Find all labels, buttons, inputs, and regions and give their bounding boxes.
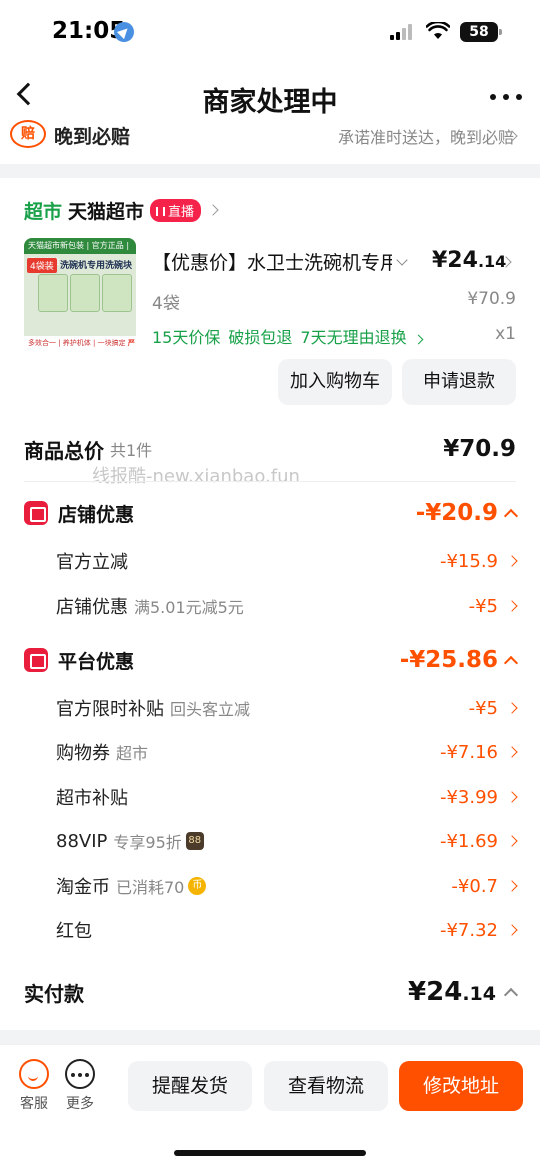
product-image-band: 天猫超市新包装 | 官方正品 | 极速送达 xyxy=(24,238,136,266)
promise-description: 承诺准时送达，晚到必赔 xyxy=(337,128,514,147)
goods-total-value: ¥70.9 xyxy=(443,436,516,462)
section-divider xyxy=(0,164,540,178)
request-refund-button[interactable]: 申请退款 xyxy=(402,359,516,405)
page-title: 商家处理中 xyxy=(202,87,338,118)
live-bars-icon xyxy=(156,206,166,216)
coin-icon: 币 xyxy=(188,877,207,895)
product-image-footer: 多效合一 | 养护机体 | 一块搞定 严选 xyxy=(24,336,136,350)
product-bag xyxy=(70,274,100,312)
service-damage-return: 破损包退 xyxy=(228,328,293,347)
platform-discount-total: -¥25.86 xyxy=(399,647,498,673)
chevron-down-icon[interactable] xyxy=(396,254,408,266)
product-count: x1 xyxy=(495,324,516,344)
product-image-tag: 4袋装 xyxy=(27,258,57,273)
service-guarantees[interactable]: 15天价保 破损包退 7天无理由退换 xyxy=(152,324,430,348)
more-button[interactable]: 更多 xyxy=(60,1059,100,1113)
discount-row[interactable]: 淘金币 已消耗70 币 -¥0.7 xyxy=(56,871,518,901)
store-discount-total: -¥20.9 xyxy=(415,500,498,526)
chevron-up-icon xyxy=(503,508,519,524)
platform-discount-title: 平台优惠 xyxy=(58,650,135,673)
discount-row[interactable]: 88VIP 专享95折 88 -¥1.69 xyxy=(56,826,518,856)
chevron-right-icon xyxy=(506,924,518,936)
promise-title: 晚到必赔 xyxy=(54,126,131,148)
store-discount-title: 店铺优惠 xyxy=(58,503,135,526)
original-price: ¥70.9 xyxy=(467,289,516,309)
chevron-right-icon xyxy=(506,880,518,892)
store-discount-header[interactable]: 店铺优惠 -¥20.9 xyxy=(24,498,519,528)
status-bar: 21:05 58 xyxy=(0,0,540,62)
live-badge: 直播 xyxy=(150,198,202,222)
section-divider xyxy=(0,1030,540,1044)
add-to-cart-button[interactable]: 加入购物车 xyxy=(278,359,392,405)
amount-paid-label: 实付款 xyxy=(24,981,84,1006)
chevron-right-icon xyxy=(506,746,518,758)
chevron-right-icon xyxy=(506,835,518,847)
customer-service-icon xyxy=(19,1059,49,1089)
platform-coupon-icon xyxy=(24,648,48,672)
store-name: 天猫超市 xyxy=(68,200,145,223)
service-7day-return: 7天无理由退换 xyxy=(300,328,407,347)
chevron-right-icon xyxy=(506,600,518,612)
service-price-protection: 15天价保 xyxy=(152,328,221,347)
watermark: 线报酷-new.xianbao.fun xyxy=(92,466,300,487)
chevron-right-icon xyxy=(506,791,518,803)
88vip-badge-icon: 88 xyxy=(185,832,204,850)
product-image-label: 洗碗机专用洗碗块 xyxy=(60,261,133,271)
discount-row[interactable]: 官方立减 -¥15.9 xyxy=(56,546,518,576)
discount-row[interactable]: 购物券 超市 -¥7.16 xyxy=(56,737,518,767)
battery-icon: 58 xyxy=(460,22,502,42)
supermarket-tag: 超市 xyxy=(24,200,63,223)
home-indicator xyxy=(174,1150,366,1156)
goods-total-label: 商品总价 xyxy=(24,438,104,463)
amount-paid-value: ¥24.14 xyxy=(408,977,496,1007)
more-options-icon[interactable] xyxy=(490,94,522,102)
discount-row[interactable]: 红包 -¥7.32 xyxy=(56,915,518,945)
product-bag xyxy=(102,274,132,312)
late-delivery-promise[interactable]: 赔 晚到必赔 承诺准时送达，晚到必赔 xyxy=(0,118,540,150)
product-bag xyxy=(38,274,68,312)
chevron-right-icon xyxy=(506,555,518,567)
goods-count: 共1件 xyxy=(110,441,153,460)
remind-shipping-button[interactable]: 提醒发货 xyxy=(128,1061,252,1111)
compensation-badge-icon: 赔 xyxy=(10,120,46,148)
location-arrow-icon xyxy=(114,22,134,42)
divider xyxy=(24,481,516,482)
chevron-right-icon xyxy=(207,204,219,216)
product-image[interactable]: 天猫超市新包装 | 官方正品 | 极速送达 4袋装 洗碗机专用洗碗块 多效合一 … xyxy=(24,238,136,350)
customer-service-button[interactable]: 客服 xyxy=(14,1059,54,1113)
wifi-icon xyxy=(425,20,451,40)
platform-discount-header[interactable]: 平台优惠 -¥25.86 xyxy=(24,645,519,675)
goods-total-row: 商品总价 共1件 ¥70.9 xyxy=(24,434,516,464)
discount-row[interactable]: 店铺优惠 满5.01元减5元 -¥5 xyxy=(56,591,518,621)
cellular-signal-icon xyxy=(390,24,416,40)
store-icon xyxy=(24,501,48,525)
product-title[interactable]: 【优惠价】水卫士洗碗机专用洗碗块 xyxy=(152,248,392,275)
chevron-up-icon xyxy=(503,987,519,1003)
chevron-up-icon xyxy=(503,655,519,671)
store-header[interactable]: 超市 天猫超市 直播 xyxy=(24,196,219,224)
chevron-right-icon xyxy=(413,334,424,345)
view-logistics-button[interactable]: 查看物流 xyxy=(264,1061,388,1111)
product-spec: 4袋 xyxy=(152,294,180,314)
amount-paid-row[interactable]: 实付款 ¥24.14 xyxy=(24,972,519,1012)
chevron-right-icon xyxy=(506,702,518,714)
more-dots-icon xyxy=(65,1059,95,1089)
discount-row[interactable]: 官方限时补贴 回头客立减 -¥5 xyxy=(56,693,518,723)
discount-row[interactable]: 超市补贴 -¥3.99 xyxy=(56,782,518,812)
modify-address-button[interactable]: 修改地址 xyxy=(399,1061,523,1111)
product-price: ¥24.14 xyxy=(432,248,507,273)
